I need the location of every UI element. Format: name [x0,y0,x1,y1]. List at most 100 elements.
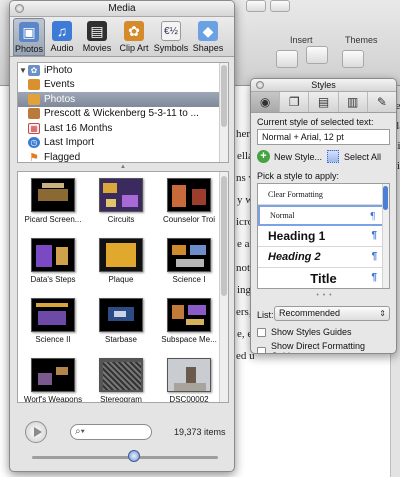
photo-thumbnail [99,178,143,212]
close-icon[interactable] [15,4,24,13]
search-input[interactable] [91,426,149,438]
tab-formatting-palette[interactable]: ◉ [251,92,281,112]
source-item-last-16-months[interactable]: ▦ Last 16 Months [18,121,228,136]
photos-icon: ▣ [19,22,39,42]
style-item-heading-1[interactable]: Heading 1 ¶ [258,226,389,247]
tab-photos[interactable]: ▣ Photos [13,18,45,56]
play-button[interactable] [25,421,47,443]
tab-styles[interactable]: ❐ [280,92,310,112]
photo-caption: Starbase [104,335,138,344]
tab-tools[interactable]: ✎ [368,92,396,112]
photo-grid-scrollbar[interactable] [219,172,228,402]
photo-thumbnail [167,298,211,332]
source-item-iphoto[interactable]: ▼ ✿ iPhoto [18,63,228,78]
photo-browser-grid: Picard Screen... Circuits Counselor Troi… [17,171,229,403]
photo-item-stereogram[interactable]: Stereogram [88,354,154,402]
source-item-events[interactable]: Events [18,78,228,93]
resize-grip[interactable]: • • • [251,292,396,299]
list-filter-select[interactable]: Recommended ⇕ [274,306,390,321]
photo-caption: DSC00002 [169,395,209,403]
photo-item-starbase[interactable]: Starbase [88,294,154,354]
photo-caption: Counselor Troi [162,215,216,224]
photo-item-science-ii[interactable]: Science II [20,294,86,354]
source-item-flagged[interactable]: ⚑ Flagged [18,150,228,162]
select-all-button[interactable]: Select All [327,150,381,163]
photo-caption: Data's Steps [30,275,76,284]
media-search-field[interactable]: ⌕▾ [70,424,152,440]
photo-item-worfs-weapons[interactable]: Worf's Weapons [20,354,86,403]
disclosure-triangle-icon[interactable]: ▼ [18,66,28,75]
show-direct-formatting-checkbox[interactable]: Show Direct Formatting Guides [257,341,396,353]
show-styles-guides-checkbox[interactable]: Show Styles Guides [257,327,352,337]
close-icon[interactable] [256,81,264,89]
tab-label: Shapes [192,43,224,53]
photo-caption: Science I [172,275,206,284]
pane-splitter-handle[interactable]: ▲ [17,164,229,170]
thumbnail-size-slider-track[interactable] [32,456,218,459]
document-text-fragment: her [236,128,251,140]
photo-item-picard-screen[interactable]: Picard Screen... [20,174,86,234]
chevron-updown-icon: ⇕ [379,309,386,318]
photo-thumbnail [31,358,75,392]
ribbon-shape-button[interactable] [306,46,328,64]
thumbnail-size-slider-knob[interactable] [127,450,140,462]
photo-caption: Worf's Weapons [23,395,83,403]
tab-label: Audio [50,43,74,53]
audio-note-icon: ♫ [52,21,72,41]
ribbon-group-insert: Insert [290,35,313,45]
style-list-scrollbar[interactable] [382,184,389,288]
style-item-label: Normal [270,211,295,220]
source-item-last-import[interactable]: ◷ Last Import [18,136,228,151]
photo-caption: Plaque [108,275,134,284]
media-source-list: ▼ ✿ iPhoto Events Photos Prescott & Wick… [17,62,229,163]
style-item-title[interactable]: Title ¶ [258,268,389,288]
tab-clip-art[interactable]: ✿ Clip Art [116,18,152,56]
scroll-thumb[interactable] [221,176,227,296]
scroll-thumb[interactable] [383,186,388,210]
ribbon-paint-button[interactable] [270,0,290,12]
paragraph-mark-icon: ¶ [371,230,377,241]
source-item-photos[interactable]: Photos [18,92,228,107]
styles-titlebar[interactable]: Styles [251,79,396,92]
tab-audio[interactable]: ♫ Audio [46,18,78,56]
photo-item-counselor-troi[interactable]: Counselor Troi [156,174,222,234]
photo-item-dsc00002[interactable]: DSC00002 [156,354,222,403]
item-count-label: 19,373 items [174,427,226,437]
plus-icon: + [257,150,270,163]
paragraph-mark-icon: ¶ [370,211,375,222]
iphoto-icon: ✿ [28,64,40,76]
event-icon [28,108,40,120]
photo-item-circuits[interactable]: Circuits [88,174,154,234]
reference-tools-icon: ▥ [347,95,359,109]
styles-palette: Styles ◉ ❐ ▤ ▥ ✎ Current style of select… [250,78,397,354]
style-item-normal[interactable]: Normal ¶ [258,205,389,226]
select-all-label: Select All [344,151,382,162]
checkbox[interactable] [257,327,266,337]
photo-item-datas-steps[interactable]: Data's Steps [20,234,86,294]
tab-shapes[interactable]: ◆ Shapes [190,18,226,56]
style-item-heading-2[interactable]: Heading 2 ¶ [258,247,389,268]
style-item-clear-formatting[interactable]: Clear Formatting [258,184,389,205]
tab-label: Symbols [153,43,189,53]
photo-item-plaque[interactable]: Plaque [88,234,154,294]
photo-item-science-i[interactable]: Science I [156,234,222,294]
tab-label: Movies [82,43,112,53]
tab-symbols[interactable]: €½ Symbols [153,18,189,56]
source-label: Photos [44,93,76,105]
source-item-prescott[interactable]: Prescott & Wickenberg 5-3-11 to ... [18,107,228,122]
style-item-label: Heading 2 [268,251,321,263]
scroll-thumb[interactable] [221,65,227,127]
ribbon-format-button[interactable] [246,0,266,12]
ribbon-theme-button[interactable] [342,50,364,68]
tab-movies[interactable]: ▤ Movies [79,18,115,56]
tab-citations[interactable]: ▤ [309,92,339,112]
checkbox[interactable] [257,346,266,353]
photo-item-subspace-me[interactable]: Subspace Me... [156,294,222,354]
paragraph-mark-icon: ¶ [371,272,377,283]
source-list-scrollbar[interactable] [219,63,228,162]
media-titlebar[interactable]: Media [10,1,234,17]
new-style-button[interactable]: + New Style... [257,150,322,163]
tab-reference-tools[interactable]: ▥ [339,92,368,112]
ribbon-text-box-button[interactable] [276,50,298,68]
styles-icon: ❐ [288,95,300,109]
